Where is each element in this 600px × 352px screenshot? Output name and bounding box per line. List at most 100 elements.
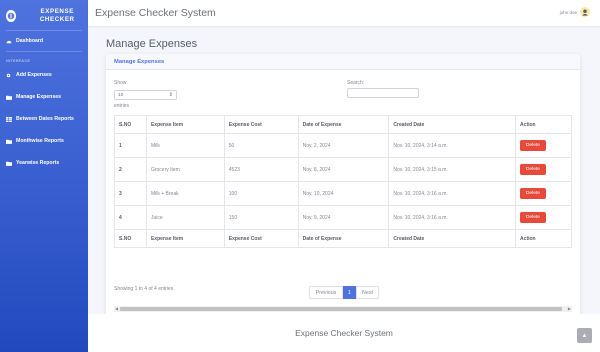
sidebar-item-label: Between Dates Reports (16, 116, 74, 122)
folder-icon (6, 95, 12, 100)
column-footer: Created Date (388, 229, 517, 248)
cell-sno: 1 (114, 133, 147, 158)
horizontal-scrollbar[interactable]: ◀ ▶ (114, 306, 572, 312)
column-header[interactable]: Action (515, 115, 572, 134)
column-footer: Date of Expense (297, 229, 390, 248)
user-name: john doe (559, 9, 577, 15)
column-header[interactable]: S.NO (114, 115, 147, 134)
cell-created: Nov. 10, 2024, 3:16 a.m. (388, 205, 517, 230)
delete-button[interactable]: Delete (520, 164, 546, 175)
sidebar-item-label: Monthwise Reports (16, 138, 64, 144)
cell-item: Grocery Item (145, 157, 225, 182)
delete-button[interactable]: Delete (520, 212, 546, 223)
folder-icon (6, 139, 12, 144)
brand[interactable]: EXPENSE CHECKER (0, 0, 88, 30)
folder-icon (6, 161, 12, 166)
footer: Expense Checker System (88, 314, 600, 352)
cell-sno: 3 (114, 181, 147, 206)
scroll-to-top-button[interactable]: ▲ (577, 328, 592, 343)
manage-expenses-card: Manage Expenses Show 10 ⇕ entries Search… (106, 54, 580, 320)
show-label: Show (114, 80, 127, 86)
column-footer: S.NO (114, 229, 147, 248)
cell-created: Nov. 10, 2024, 3:16 a.m. (388, 181, 517, 206)
previous-button[interactable]: Previous (309, 286, 343, 299)
app-title: Expense Checker System (95, 7, 216, 19)
column-header[interactable]: Date of Expense (297, 115, 390, 134)
cell-date: Nov. 2, 2024 (297, 133, 390, 158)
cell-action: Delete (515, 133, 572, 158)
scroll-left-icon[interactable]: ◀ (115, 306, 118, 312)
cell-cost: 50 (223, 133, 299, 158)
sidebar-item-label: Yearwise Reports (16, 160, 60, 166)
expenses-table: S.NO Expense Item Expense Cost Date of E… (114, 115, 572, 248)
user-menu[interactable]: john doe (560, 7, 590, 17)
cell-cost: 100 (223, 181, 299, 206)
sidebar-item-manage-expenses[interactable]: Manage Expenses (0, 88, 88, 106)
cell-created: Nov. 10, 2024, 3:14 a.m. (388, 133, 517, 158)
avatar[interactable] (580, 7, 590, 17)
cell-sno: 4 (114, 205, 147, 230)
table-row: 4 Juice 150 Nov. 9, 2024 Nov. 10, 2024, … (114, 205, 572, 230)
table-row: 3 Milk + Break 100 Nov. 10, 2024 Nov. 10… (114, 181, 572, 206)
cell-date: Nov. 8, 2024 (297, 157, 390, 182)
cell-item: Milk (145, 133, 225, 158)
cell-item: Juice (145, 205, 225, 230)
next-button[interactable]: Next (356, 286, 379, 299)
table-row: 2 Grocery Item 4523 Nov. 8, 2024 Nov. 10… (114, 157, 572, 182)
sidebar-heading: INTERFACE (6, 59, 31, 63)
column-footer: Expense Item (145, 229, 225, 248)
cell-sno: 2 (114, 157, 147, 182)
logo-icon (6, 10, 17, 22)
sidebar-divider (6, 51, 82, 52)
entries-select-value: 10 (118, 92, 124, 98)
cell-created: Nov. 10, 2024, 3:15 a.m. (388, 157, 517, 182)
sidebar-item-yearwise-reports[interactable]: Yearwise Reports (0, 154, 88, 172)
page-title: Manage Expenses (106, 38, 198, 50)
search-input[interactable] (347, 88, 419, 98)
topbar: Expense Checker System john doe (88, 0, 600, 26)
cell-cost: 4523 (223, 157, 299, 182)
sidebar-item-dashboard[interactable]: Dashboard (0, 31, 88, 51)
cell-action: Delete (515, 181, 572, 206)
cell-cost: 150 (223, 205, 299, 230)
column-header[interactable]: Created Date (388, 115, 517, 134)
cell-action: Delete (515, 157, 572, 182)
page-1-button[interactable]: 1 (343, 286, 356, 299)
sidebar-item-label: Add Expenses (16, 72, 52, 78)
table-icon (6, 116, 12, 122)
chevron-up-icon: ▲ (581, 332, 588, 339)
chevron-updown-icon: ⇕ (168, 92, 173, 98)
column-footer: Action (515, 229, 572, 248)
cell-item: Milk + Break (145, 181, 225, 206)
brand-name: EXPENSE CHECKER (39, 8, 75, 23)
footer-text: Expense Checker System (295, 328, 393, 338)
main-content: Manage Expenses Manage Expenses Show 10 … (88, 26, 600, 320)
table-info: Showing 1 to 4 of 4 entries (114, 286, 174, 292)
sidebar-item-label: Manage Expenses (16, 94, 61, 100)
cell-date: Nov. 9, 2024 (297, 205, 390, 230)
sidebar-item-label: Dashboard (16, 38, 44, 44)
pagination: Previous 1 Next (309, 286, 379, 299)
delete-button[interactable]: Delete (520, 140, 546, 151)
table-row: 1 Milk 50 Nov. 2, 2024 Nov. 10, 2024, 3:… (114, 133, 572, 158)
table-header-row: S.NO Expense Item Expense Cost Date of E… (114, 115, 572, 134)
cell-date: Nov. 10, 2024 (297, 181, 390, 206)
sidebar: EXPENSE CHECKER Dashboard INTERFACE Add … (0, 0, 88, 352)
column-header[interactable]: Expense Item (145, 115, 225, 134)
scroll-right-icon[interactable]: ▶ (568, 306, 571, 312)
scrollbar-thumb[interactable] (120, 307, 562, 311)
card-title: Manage Expenses (106, 54, 580, 70)
column-header[interactable]: Expense Cost (223, 115, 299, 134)
sidebar-item-add-expenses[interactable]: Add Expenses (0, 66, 88, 84)
sidebar-item-monthwise-reports[interactable]: Monthwise Reports (0, 132, 88, 150)
column-footer: Expense Cost (223, 229, 299, 248)
sidebar-item-between-dates-reports[interactable]: Between Dates Reports (0, 110, 88, 128)
table-footer-row: S.NO Expense Item Expense Cost Date of E… (114, 229, 572, 248)
search-label: Search: (347, 80, 365, 86)
cell-action: Delete (515, 205, 572, 230)
entries-select[interactable]: 10 ⇕ (114, 90, 177, 100)
delete-button[interactable]: Delete (520, 188, 546, 199)
gear-icon (6, 73, 12, 78)
dashboard-icon (6, 39, 12, 44)
entries-label: entries (114, 103, 130, 109)
